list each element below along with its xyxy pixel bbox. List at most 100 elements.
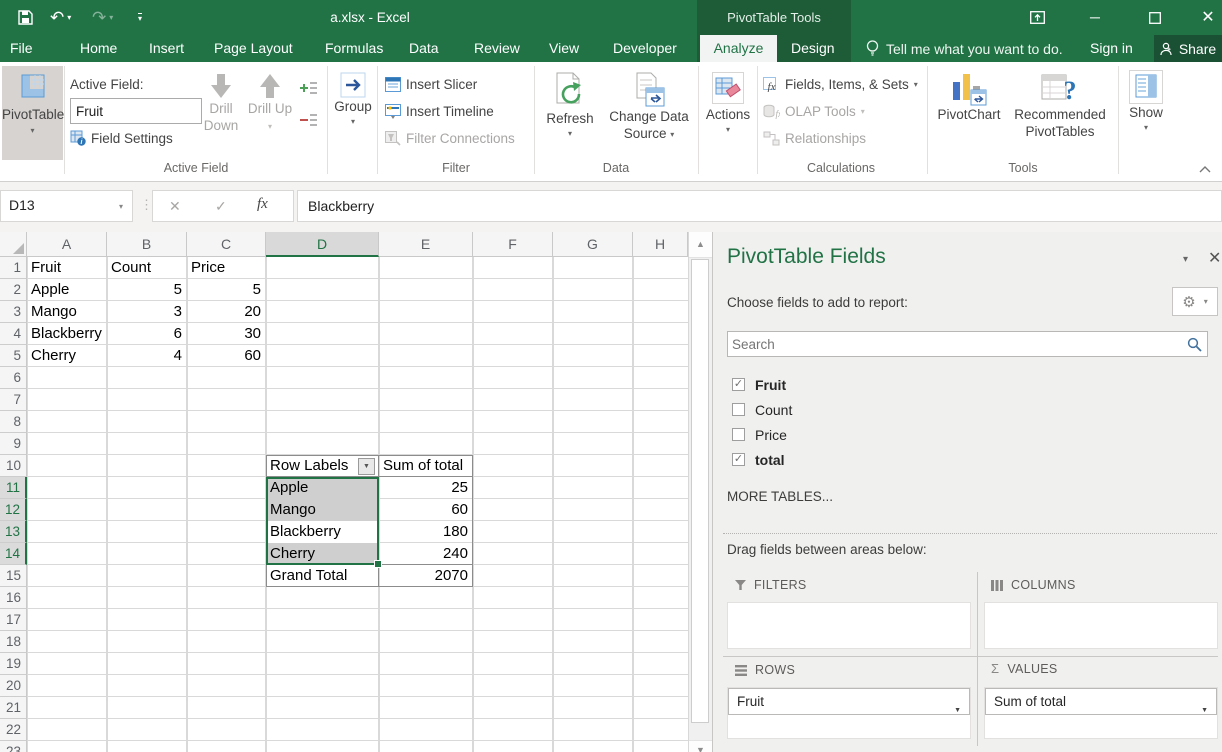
- cell-A5[interactable]: Cherry: [27, 345, 107, 367]
- tab-data[interactable]: Data: [409, 35, 439, 62]
- cell-E15[interactable]: 2070: [379, 565, 473, 587]
- tab-design[interactable]: Design: [791, 35, 835, 62]
- name-box[interactable]: D13 ▾: [0, 190, 133, 222]
- cell-A3[interactable]: Mango: [27, 301, 107, 323]
- cell-E14[interactable]: 240: [379, 543, 473, 565]
- refresh-button[interactable]: Refresh ▾: [540, 66, 600, 138]
- cell-C1[interactable]: Price: [187, 257, 266, 279]
- row-header-14[interactable]: 14: [0, 543, 27, 565]
- column-header-D[interactable]: D: [266, 232, 379, 257]
- row-header-22[interactable]: 22: [0, 719, 27, 741]
- vertical-scrollbar[interactable]: ▲ ▼: [688, 232, 712, 752]
- tab-formulas[interactable]: Formulas: [325, 35, 383, 62]
- scrollbar-thumb[interactable]: [691, 259, 709, 723]
- cell-A2[interactable]: Apple: [27, 279, 107, 301]
- cancel-entry-icon[interactable]: ✕: [169, 198, 181, 215]
- cell-D15[interactable]: Grand Total: [266, 565, 379, 587]
- cell-B5[interactable]: 4: [107, 345, 187, 367]
- row-header-5[interactable]: 5: [0, 345, 27, 367]
- checkbox-price[interactable]: [732, 428, 745, 441]
- active-field-input[interactable]: [70, 98, 202, 124]
- values-area-chip[interactable]: Sum of total▼: [985, 688, 1217, 715]
- row-labels-filter-icon[interactable]: ▼: [358, 458, 375, 475]
- collapse-ribbon-icon[interactable]: [1199, 160, 1211, 178]
- cell-D13[interactable]: Blackberry: [266, 521, 379, 543]
- row-header-4[interactable]: 4: [0, 323, 27, 345]
- cell-C5[interactable]: 60: [187, 345, 266, 367]
- cell-B4[interactable]: 6: [107, 323, 187, 345]
- row-header-6[interactable]: 6: [0, 367, 27, 389]
- name-box-dropdown-icon[interactable]: ▾: [119, 202, 123, 211]
- row-header-12[interactable]: 12: [0, 499, 27, 521]
- row-header-13[interactable]: 13: [0, 521, 27, 543]
- column-header-C[interactable]: C: [187, 232, 266, 257]
- undo-button[interactable]: ↶▾: [50, 0, 71, 35]
- cell-A1[interactable]: Fruit: [27, 257, 107, 279]
- checkbox-total[interactable]: ✓: [732, 453, 745, 466]
- pivotchart-button[interactable]: PivotChart: [932, 66, 1006, 123]
- scroll-up-icon[interactable]: ▲: [689, 232, 712, 258]
- pane-close-icon[interactable]: ✕: [1208, 248, 1221, 268]
- insert-timeline-button[interactable]: Insert Timeline: [385, 101, 494, 121]
- tab-analyze[interactable]: Analyze: [700, 35, 777, 62]
- row-header-20[interactable]: 20: [0, 675, 27, 697]
- tab-view[interactable]: View: [549, 35, 579, 62]
- field-item-fruit[interactable]: ✓Fruit: [727, 372, 1207, 397]
- actions-button[interactable]: Actions ▾: [702, 66, 754, 134]
- expand-field-button[interactable]: [298, 78, 318, 98]
- cell-A4[interactable]: Blackberry: [27, 323, 107, 345]
- sheet-grid[interactable]: ABCDEFGH12345678910111213141516171819202…: [0, 232, 712, 752]
- row-header-3[interactable]: 3: [0, 301, 27, 323]
- fields-items-sets-button[interactable]: fx Fields, Items, & Sets▾: [763, 74, 918, 94]
- tab-review[interactable]: Review: [474, 35, 520, 62]
- pane-tools-button[interactable]: ⚙▾: [1172, 287, 1218, 316]
- chip-dropdown-icon[interactable]: ▼: [954, 698, 961, 723]
- select-all-corner[interactable]: [0, 232, 27, 257]
- values-drop-area[interactable]: Sum of total▼: [984, 687, 1218, 739]
- search-input[interactable]: [728, 332, 1191, 356]
- insert-slicer-button[interactable]: Insert Slicer: [385, 74, 477, 94]
- scroll-down-icon[interactable]: ▼: [689, 740, 712, 752]
- row-header-21[interactable]: 21: [0, 697, 27, 719]
- row-header-15[interactable]: 15: [0, 565, 27, 587]
- search-box[interactable]: [727, 331, 1208, 357]
- row-header-23[interactable]: 23: [0, 741, 27, 752]
- columns-drop-area[interactable]: [984, 602, 1218, 649]
- checkbox-count[interactable]: [732, 403, 745, 416]
- more-tables-link[interactable]: MORE TABLES...: [727, 489, 833, 504]
- cell-D11[interactable]: Apple: [266, 477, 379, 499]
- pane-options-icon[interactable]: ▾: [1183, 254, 1188, 265]
- cell-C4[interactable]: 30: [187, 323, 266, 345]
- redo-button[interactable]: ↷▾: [92, 0, 113, 35]
- maximize-button[interactable]: [1140, 0, 1170, 35]
- enter-entry-icon[interactable]: ✓: [215, 198, 227, 215]
- tab-page-layout[interactable]: Page Layout: [214, 35, 293, 62]
- drill-up-button[interactable]: Drill Up ▾: [247, 66, 293, 135]
- change-data-source-button[interactable]: Change Data Source ▾: [604, 66, 694, 143]
- cell-E12[interactable]: 60: [379, 499, 473, 521]
- field-item-price[interactable]: Price: [727, 422, 1207, 447]
- cell-D12[interactable]: Mango: [266, 499, 379, 521]
- cell-D14[interactable]: Cherry: [266, 543, 379, 565]
- share-button[interactable]: Share: [1154, 35, 1222, 62]
- formula-input[interactable]: [297, 190, 1222, 222]
- column-header-B[interactable]: B: [107, 232, 187, 257]
- cell-B1[interactable]: Count: [107, 257, 187, 279]
- sign-in-button[interactable]: Sign in: [1090, 35, 1133, 62]
- tell-me-box[interactable]: Tell me what you want to do.: [866, 35, 1063, 62]
- row-header-1[interactable]: 1: [0, 257, 27, 279]
- column-header-E[interactable]: E: [379, 232, 473, 257]
- filters-drop-area[interactable]: [727, 602, 971, 649]
- row-header-17[interactable]: 17: [0, 609, 27, 631]
- row-header-7[interactable]: 7: [0, 389, 27, 411]
- checkbox-fruit[interactable]: ✓: [732, 378, 745, 391]
- olap-tools-button[interactable]: fx OLAP Tools▾: [763, 101, 865, 121]
- close-button[interactable]: ✕: [1193, 0, 1222, 35]
- row-header-9[interactable]: 9: [0, 433, 27, 455]
- chip-dropdown-icon[interactable]: ▼: [1201, 698, 1208, 723]
- cell-B3[interactable]: 3: [107, 301, 187, 323]
- tab-developer[interactable]: Developer: [613, 35, 677, 62]
- pivottable-options-button[interactable]: PivotTable ▾: [2, 66, 63, 160]
- row-header-10[interactable]: 10: [0, 455, 27, 477]
- column-header-A[interactable]: A: [27, 232, 107, 257]
